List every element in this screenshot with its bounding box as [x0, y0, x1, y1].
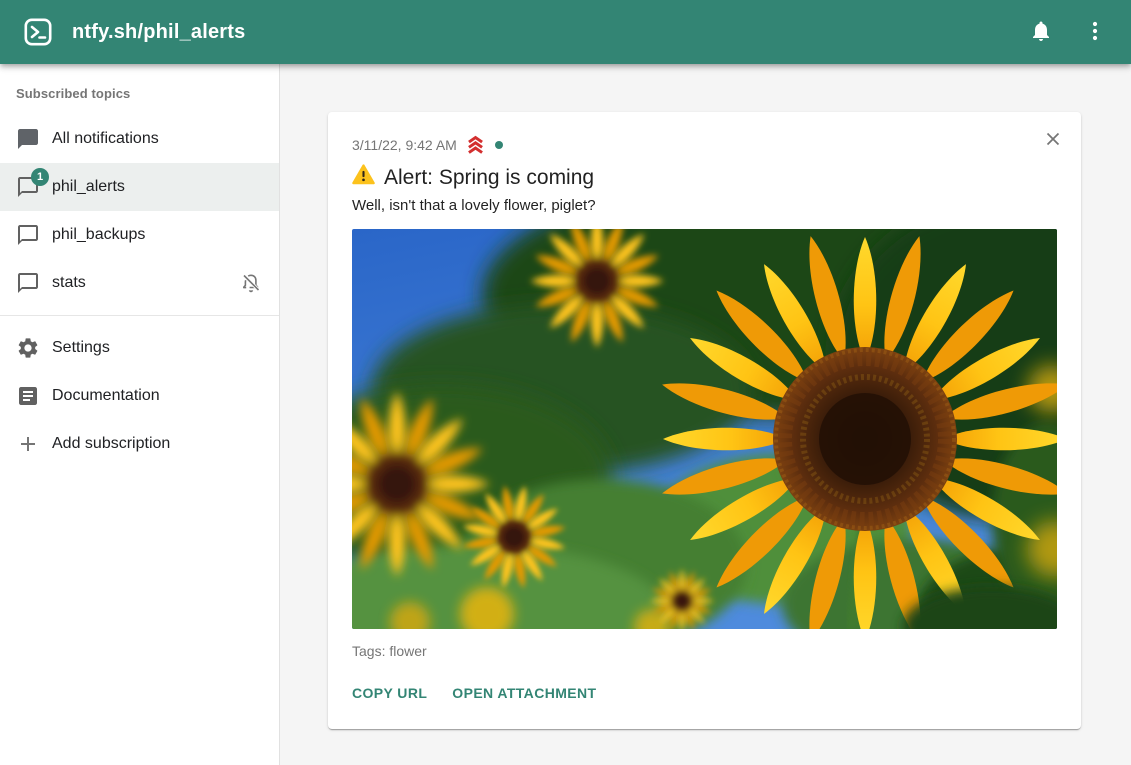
chat-bubble-outline-icon: 1: [16, 175, 40, 199]
sidebar-item-label: stats: [52, 274, 86, 292]
sidebar-item-label: phil_backups: [52, 226, 145, 244]
unread-count-badge: 1: [31, 168, 49, 186]
bell-icon: [1029, 19, 1053, 46]
attachment-image[interactable]: [352, 229, 1057, 629]
timestamp: 3/11/22, 9:42 AM: [352, 137, 457, 153]
notification-title: Alert: Spring is coming: [384, 166, 594, 190]
bell-off-icon: [239, 271, 263, 295]
sidebar: Subscribed topics All notifications 1 ph…: [0, 64, 280, 765]
overflow-menu-button[interactable]: [1073, 10, 1117, 54]
chat-bubble-outline-icon: [16, 271, 40, 295]
sidebar-divider: [0, 315, 279, 316]
notification-actions: COPY URL OPEN ATTACHMENT: [344, 677, 1057, 709]
open-attachment-button[interactable]: OPEN ATTACHMENT: [444, 677, 604, 709]
sidebar-item-label: Add subscription: [52, 435, 170, 453]
terminal-icon: [24, 18, 52, 46]
tags-label: Tags: flower: [352, 643, 1057, 659]
chat-bubble-outline-icon: [16, 223, 40, 247]
sidebar-item-label: Settings: [52, 339, 110, 357]
sidebar-item-label: Documentation: [52, 387, 160, 405]
notification-card: 3/11/22, 9:42 AM Alert: Spring is coming: [328, 112, 1081, 729]
notifications-button[interactable]: [1019, 10, 1063, 54]
article-icon: [16, 384, 40, 408]
notification-title-row: Alert: Spring is coming: [352, 164, 1057, 191]
sidebar-item-documentation[interactable]: Documentation: [0, 372, 279, 420]
kebab-menu-icon: [1083, 19, 1107, 46]
sidebar-item-add-subscription[interactable]: Add subscription: [0, 420, 279, 468]
subscribed-topics-label: Subscribed topics: [0, 64, 279, 115]
sidebar-item-phil-alerts[interactable]: 1 phil_alerts: [0, 163, 279, 211]
sidebar-item-stats[interactable]: stats: [0, 259, 279, 307]
notification-meta: 3/11/22, 9:42 AM: [352, 134, 1057, 155]
triple-chevron-up-icon: [464, 134, 487, 155]
gear-icon: [16, 336, 40, 360]
sidebar-item-settings[interactable]: Settings: [0, 324, 279, 372]
chat-bubble-filled-icon: [16, 127, 40, 151]
warning-triangle-icon: [352, 164, 375, 191]
app-bar: ntfy.sh/phil_alerts: [0, 0, 1131, 64]
close-notification-button[interactable]: [1033, 120, 1073, 160]
close-icon: [1042, 128, 1064, 153]
notification-body: Well, isn't that a lovely flower, piglet…: [352, 197, 1057, 214]
main-content: 3/11/22, 9:42 AM Alert: Spring is coming: [280, 64, 1131, 765]
sidebar-item-phil-backups[interactable]: phil_backups: [0, 211, 279, 259]
sidebar-item-label: phil_alerts: [52, 178, 125, 196]
copy-url-button[interactable]: COPY URL: [344, 677, 435, 709]
plus-icon: [16, 432, 40, 456]
sidebar-item-all-notifications[interactable]: All notifications: [0, 115, 279, 163]
unread-dot: [495, 141, 503, 149]
page-title: ntfy.sh/phil_alerts: [72, 21, 245, 44]
sidebar-item-label: All notifications: [52, 130, 159, 148]
